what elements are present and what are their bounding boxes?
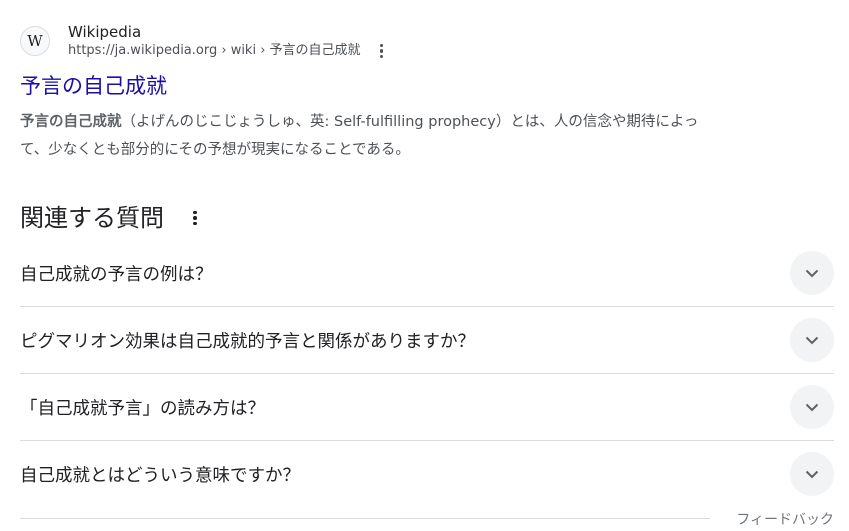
source-text: Wikipedia https://ja.wikipedia.org › wik…	[68, 22, 391, 60]
result-title-link[interactable]: 予言の自己成就	[20, 72, 820, 100]
wikipedia-favicon-icon: W	[20, 26, 50, 56]
related-questions-title: 関連する質問	[20, 204, 164, 232]
related-more-options-icon[interactable]	[186, 209, 204, 227]
search-result: W Wikipedia https://ja.wikipedia.org › w…	[20, 18, 820, 164]
feedback-row: フィードバック	[20, 506, 834, 530]
question-item[interactable]: ピグマリオン効果は自己成就的予言と関係がありますか？	[20, 307, 834, 374]
question-text: 自己成就とはどういう意味ですか？	[20, 465, 300, 486]
chevron-down-icon[interactable]	[790, 318, 834, 362]
question-item[interactable]: 自己成就とはどういう意味ですか？	[20, 441, 834, 507]
chevron-down-icon[interactable]	[790, 452, 834, 496]
related-questions-header: 関連する質問	[20, 196, 834, 240]
site-name: Wikipedia	[68, 23, 142, 41]
related-questions: 関連する質問 自己成就の予言の例は？ ピグマリオン効果は自己成就的予言と関係があ…	[20, 196, 834, 507]
result-url: https://ja.wikipedia.org › wiki › 予言の自己成…	[68, 43, 361, 58]
question-item[interactable]: 自己成就の予言の例は？	[20, 240, 834, 307]
snippet-line1: （よげんのじこじょうしゅ、英: Self-fulfilling prophecy…	[121, 114, 699, 130]
chevron-down-icon[interactable]	[790, 251, 834, 295]
question-text: 「自己成就予言」の読み方は？	[20, 398, 265, 419]
more-options-icon[interactable]	[373, 42, 391, 60]
feedback-link[interactable]: フィードバック	[736, 509, 834, 529]
question-list: 自己成就の予言の例は？ ピグマリオン効果は自己成就的予言と関係がありますか？ 「…	[20, 240, 834, 507]
question-text: ピグマリオン効果は自己成就的予言と関係がありますか？	[20, 331, 475, 352]
url-row: https://ja.wikipedia.org › wiki › 予言の自己成…	[68, 42, 391, 60]
result-snippet: 予言の自己成就（よげんのじこじょうしゅ、英: Self-fulfilling p…	[20, 108, 820, 164]
snippet-line2: て、少なくとも部分的にその予想が現実になることである。	[20, 142, 410, 158]
snippet-bold: 予言の自己成就	[20, 114, 122, 130]
question-text: 自己成就の予言の例は？	[20, 264, 213, 285]
question-item[interactable]: 「自己成就予言」の読み方は？	[20, 374, 834, 441]
result-source[interactable]: W Wikipedia https://ja.wikipedia.org › w…	[20, 18, 820, 64]
chevron-down-icon[interactable]	[790, 385, 834, 429]
divider	[20, 518, 710, 519]
